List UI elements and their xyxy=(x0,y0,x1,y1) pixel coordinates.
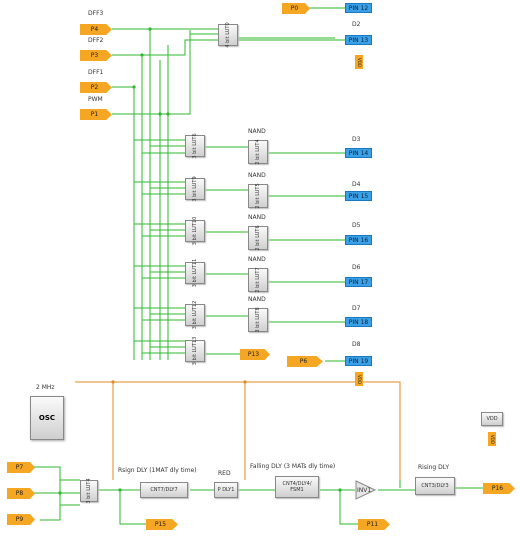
nand4-text: 2 bit LUT7 xyxy=(255,267,261,293)
port-p15[interactable]: P15 xyxy=(146,519,178,530)
lut11-block[interactable]: 3 bit LUT11 xyxy=(185,259,205,287)
nand1-text: 2 bit LUT4 xyxy=(255,139,261,165)
lut6-block[interactable]: 3 bit LUT6 xyxy=(185,133,205,159)
vdd-tag-pin19: VDD xyxy=(355,372,363,386)
port-p9[interactable]: P9 xyxy=(7,514,35,525)
pdly-label: P DLY1 xyxy=(217,487,235,493)
lut13-label: 3 bit LUT13 xyxy=(192,336,198,366)
port-p1[interactable]: P1 xyxy=(80,109,112,120)
pin12[interactable]: PIN 12 xyxy=(345,3,372,13)
dff3-label: DFF3 xyxy=(88,10,104,17)
lut4-bottom-block[interactable]: 3 bit LUT4 xyxy=(80,478,98,504)
port-p3[interactable]: P3 xyxy=(80,50,112,61)
nand2-block[interactable]: 2 bit LUT5 xyxy=(248,183,268,209)
cnt3-label: CNT3/DLY3 xyxy=(421,483,449,489)
port-p2[interactable]: P2 xyxy=(80,82,112,93)
cnt4-block[interactable]: CNT4/DLY4/ FSM1 xyxy=(275,476,319,498)
rising-dly-label: Rsign DLY (1MAT dly time) xyxy=(118,467,197,474)
lut10-label: 3 bit LUT10 xyxy=(192,216,198,246)
port-p6[interactable]: P6 xyxy=(287,356,323,367)
port-p13[interactable]: P13 xyxy=(240,349,270,360)
lut10-block[interactable]: 3 bit LUT10 xyxy=(185,217,205,245)
d7-label: D7 xyxy=(352,305,361,312)
lut12-block[interactable]: 3 bit LUT12 xyxy=(185,301,205,329)
lut13-block[interactable]: 3 bit LUT13 xyxy=(185,337,205,365)
clock-wires xyxy=(75,381,401,480)
falling-dly-label: Falling DLY (3 MATs dly time) xyxy=(250,463,336,470)
nand1-block[interactable]: 2 bit LUT4 xyxy=(248,139,268,165)
pin13[interactable]: PIN 13 xyxy=(345,35,372,45)
nand4-block[interactable]: 2 bit LUT7 xyxy=(248,267,268,293)
port-p11[interactable]: P11 xyxy=(358,519,390,530)
pdly-block[interactable]: P DLY1 xyxy=(214,482,238,498)
cnt7-block[interactable]: CNT7/DLY7 xyxy=(140,482,188,498)
nand-label-4: NAND xyxy=(248,256,266,263)
nand-label-5: NAND xyxy=(248,296,266,303)
pin14[interactable]: PIN 14 xyxy=(345,148,372,158)
vdd-tag-right: VDD xyxy=(488,432,496,446)
pwm-label: PWM xyxy=(88,96,103,103)
d8-label: D8 xyxy=(352,341,361,348)
pin16[interactable]: PIN 16 xyxy=(345,235,372,245)
nand5-block[interactable]: 3 bit LUT8 xyxy=(248,307,268,333)
inv-label: INV1 xyxy=(357,487,372,494)
cnt7-label: CNT7/DLY7 xyxy=(150,487,178,493)
port-p7[interactable]: P7 xyxy=(7,462,35,473)
pin18[interactable]: PIN 18 xyxy=(345,317,372,327)
nand-label-3: NAND xyxy=(248,214,266,221)
cnt4-label: CNT4/DLY4/ FSM1 xyxy=(282,481,312,493)
nand3-text: 2 bit LUT6 xyxy=(255,225,261,251)
pin17[interactable]: PIN 17 xyxy=(345,277,372,287)
dff2-label: DFF2 xyxy=(88,37,104,44)
red-label: RED xyxy=(218,470,231,477)
port-p4[interactable]: P4 xyxy=(80,24,112,35)
port-p16[interactable]: P16 xyxy=(483,483,515,494)
nand2-text: 2 bit LUT5 xyxy=(255,183,261,209)
pin15[interactable]: PIN 15 xyxy=(345,191,372,201)
pin19[interactable]: PIN 19 xyxy=(345,356,372,366)
nand5-text: 3 bit LUT8 xyxy=(255,307,261,333)
lut9-label: 3 bit LUT9 xyxy=(192,176,198,202)
lut12-label: 3 bit LUT12 xyxy=(192,300,198,330)
lut0-block[interactable]: 4 bit LUT0 xyxy=(218,22,238,48)
vdd-block-label: VDD xyxy=(486,416,498,422)
d2-label: D2 xyxy=(352,21,361,28)
nand-label-2: NAND xyxy=(248,172,266,179)
vdd-block[interactable]: VDD xyxy=(481,412,503,426)
d4-label: D4 xyxy=(352,181,361,188)
port-p0[interactable]: P0 xyxy=(282,3,310,14)
d6-label: D6 xyxy=(352,264,361,271)
lut11-label: 3 bit LUT11 xyxy=(192,258,198,288)
d5-label: D5 xyxy=(352,222,361,229)
nand3-block[interactable]: 2 bit LUT6 xyxy=(248,225,268,251)
rising-dly2-label: Rising DLY xyxy=(418,464,449,471)
schematic-canvas: DFF3 P4 DFF2 P3 DFF1 P2 PWM P1 P0 P6 4 b… xyxy=(0,0,520,536)
d3-label: D3 xyxy=(352,136,361,143)
osc-freq: 2 MHz xyxy=(36,384,55,391)
dff1-label: DFF1 xyxy=(88,69,104,76)
osc-block[interactable]: OSC xyxy=(30,396,64,440)
lut4-bottom-label: 3 bit LUT4 xyxy=(86,478,92,504)
osc-label: OSC xyxy=(38,414,56,422)
lut0-label: 4 bit LUT0 xyxy=(225,22,231,48)
lut6-label: 3 bit LUT6 xyxy=(192,133,198,159)
vdd-tag-pin13: VDD xyxy=(355,55,363,69)
port-p8[interactable]: P8 xyxy=(7,488,35,499)
nand-label-1: NAND xyxy=(248,128,266,135)
cnt3-block[interactable]: CNT3/DLY3 xyxy=(415,477,455,495)
lut9-block[interactable]: 3 bit LUT9 xyxy=(185,176,205,202)
